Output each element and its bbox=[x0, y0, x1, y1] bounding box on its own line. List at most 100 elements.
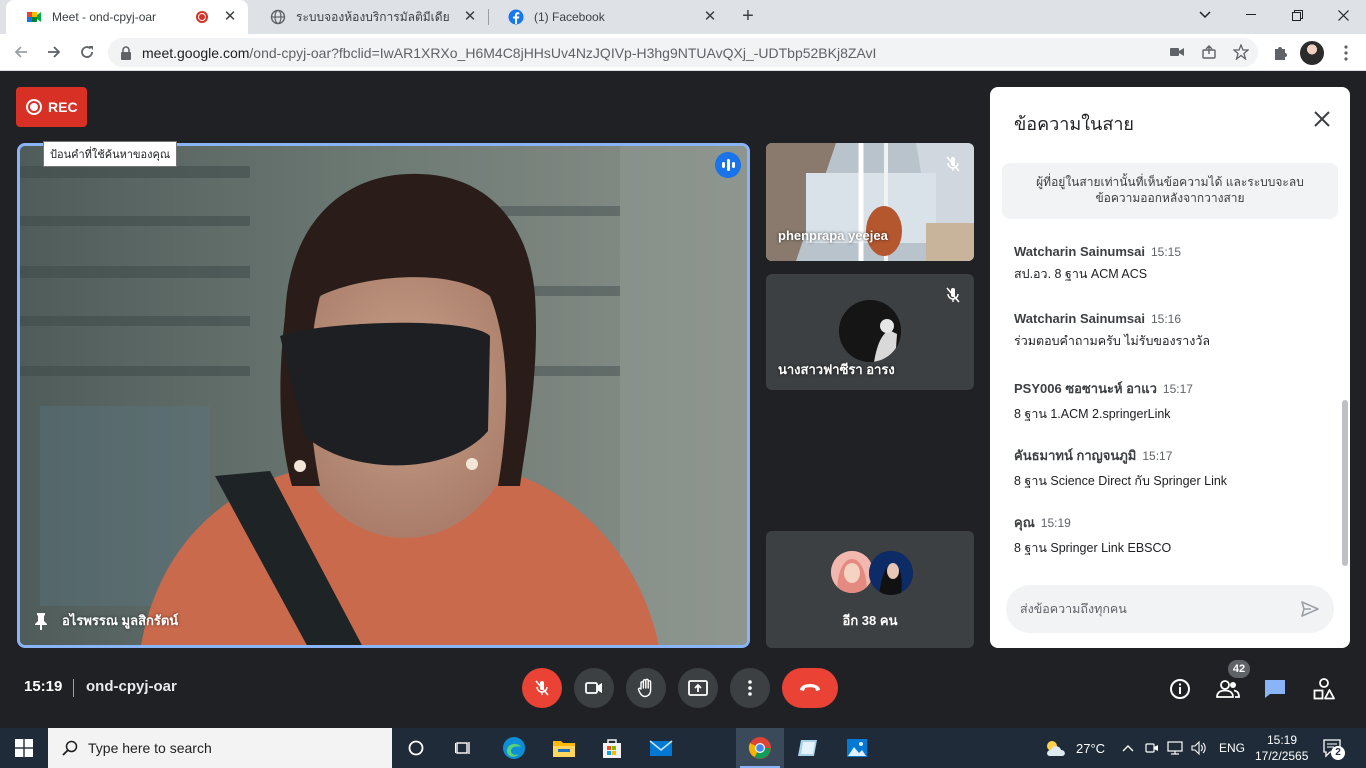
notes-icon bbox=[798, 740, 817, 756]
close-window-icon[interactable] bbox=[1320, 0, 1366, 30]
main-participant-name: อไรพรรณ มูลสิกรัตน์ bbox=[34, 610, 178, 631]
extensions-puzzle-icon[interactable] bbox=[1268, 41, 1292, 65]
tab-booking[interactable]: ระบบจองห้องบริการมัลติมีเดีย ✕ bbox=[250, 0, 488, 34]
people-button[interactable] bbox=[1215, 676, 1241, 702]
tab-meet[interactable]: Meet - ond-cpyj-oar ✕ bbox=[6, 0, 248, 34]
tab-title: ระบบจองห้องบริการมัลติมีเดีย bbox=[296, 9, 450, 24]
network-icon[interactable] bbox=[1167, 740, 1183, 756]
chat-message: PSY006 ซอซานะห์ อาแว 15:17 8 ฐาน 1.ACM 2.… bbox=[1014, 378, 1324, 424]
start-button[interactable] bbox=[0, 728, 48, 768]
message-time: 15:16 bbox=[1151, 312, 1182, 326]
taskbar-file-explorer[interactable] bbox=[540, 728, 588, 768]
url-host: meet.google.com bbox=[142, 44, 250, 61]
tray-chevron-up-icon[interactable] bbox=[1120, 740, 1136, 756]
new-tab-button[interactable]: + bbox=[736, 5, 760, 29]
meeting-details-button[interactable] bbox=[1167, 676, 1193, 702]
taskbar-mail[interactable] bbox=[637, 728, 685, 768]
meet-now-icon[interactable] bbox=[1144, 740, 1160, 756]
taskbar-notes-app[interactable] bbox=[784, 728, 832, 768]
mic-toggle-button[interactable] bbox=[522, 668, 562, 708]
camera-in-use-icon[interactable] bbox=[1168, 43, 1186, 61]
back-arrow-icon[interactable] bbox=[9, 40, 33, 64]
participant-tile[interactable]: นางสาวฟาซีรา อารง bbox=[766, 274, 974, 390]
participant-name-label: นางสาวฟาซีรา อารง bbox=[778, 362, 895, 377]
share-icon[interactable] bbox=[1200, 43, 1218, 61]
send-icon[interactable] bbox=[1300, 599, 1320, 619]
weather-temperature[interactable]: 27°C bbox=[1076, 741, 1105, 756]
message-text: 8 ฐาน Springer Link EBSCO bbox=[1014, 541, 1172, 555]
taskbar-chrome[interactable] bbox=[736, 728, 784, 768]
url-path: /ond-cpyj-oar?fbclid=IwAR1XRXo_H6M4C8jHH… bbox=[249, 44, 877, 61]
tab-facebook[interactable]: (1) Facebook ✕ bbox=[488, 0, 728, 34]
chat-message: คุณ 15:19 8 ฐาน Springer Link EBSCO bbox=[1014, 512, 1324, 558]
chat-message-input[interactable]: ส่งข้อความถึงทุกคน bbox=[1006, 585, 1334, 633]
close-tab-icon[interactable]: ✕ bbox=[222, 9, 238, 25]
windows-logo-icon bbox=[15, 739, 33, 757]
profile-avatar[interactable] bbox=[1300, 41, 1324, 65]
message-text: 8 ฐาน Science Direct กับ Springer Link bbox=[1014, 474, 1228, 488]
activities-button[interactable] bbox=[1311, 676, 1337, 702]
message-sender: คันธมาทน์ กาญจนภูมิ bbox=[1014, 448, 1137, 463]
task-view-button[interactable] bbox=[440, 728, 488, 768]
tab-title: Meet - ond-cpyj-oar bbox=[52, 10, 157, 24]
browser-tab-bar: Meet - ond-cpyj-oar ✕ ระบบจองห้องบริการม… bbox=[0, 0, 1366, 34]
taskbar-search-input[interactable]: Type here to search bbox=[48, 728, 392, 768]
reload-icon[interactable] bbox=[75, 40, 99, 64]
message-sender: Watcharin Sainumsai bbox=[1014, 244, 1145, 259]
people-icon bbox=[1216, 680, 1240, 698]
tab-search-icon[interactable] bbox=[1182, 0, 1228, 30]
mic-off-icon bbox=[946, 287, 960, 303]
tab-title: (1) Facebook bbox=[534, 10, 605, 24]
more-menu-icon[interactable] bbox=[1334, 41, 1358, 65]
bookmark-star-icon[interactable] bbox=[1232, 43, 1250, 61]
activities-shapes-icon bbox=[1313, 678, 1335, 700]
message-text: ร่วมตอบคำถามครับ ไม่รับของรางวัล bbox=[1014, 334, 1211, 348]
cortana-button[interactable] bbox=[392, 728, 440, 768]
rec-label: REC bbox=[48, 99, 78, 115]
others-tile[interactable]: อีก 38 คน bbox=[766, 531, 974, 648]
input-language[interactable]: ENG bbox=[1219, 741, 1245, 755]
participant-name-label: phenprapa yeejea bbox=[778, 228, 888, 243]
chat-title: ข้อความในสาย bbox=[1014, 114, 1134, 134]
address-bar[interactable]: meet.google.com/ond-cpyj-oar?fbclid=IwAR… bbox=[108, 38, 1258, 67]
taskbar-store[interactable] bbox=[588, 728, 636, 768]
message-sender: คุณ bbox=[1014, 515, 1035, 530]
chat-button[interactable] bbox=[1262, 676, 1288, 702]
camera-toggle-button[interactable] bbox=[574, 668, 614, 708]
pin-icon[interactable] bbox=[34, 612, 48, 630]
facebook-icon bbox=[508, 9, 524, 25]
restore-icon[interactable] bbox=[1274, 0, 1320, 30]
minimize-icon[interactable] bbox=[1228, 0, 1274, 30]
participant-tile[interactable]: phenprapa yeejea bbox=[766, 143, 974, 261]
speaking-indicator-icon bbox=[715, 152, 741, 178]
present-icon bbox=[688, 680, 708, 696]
taskbar-clock-time[interactable]: 15:19 bbox=[1267, 733, 1297, 747]
taskbar-photos[interactable] bbox=[833, 728, 881, 768]
browser-toolbar: meet.google.com/ond-cpyj-oar?fbclid=IwAR… bbox=[0, 34, 1366, 71]
weather-cloud-icon[interactable] bbox=[1044, 739, 1068, 757]
notification-center-button[interactable]: 2 bbox=[1322, 738, 1346, 760]
volume-icon[interactable] bbox=[1191, 740, 1207, 756]
meet-area: REC ป้อนคำที่ใช้ค้นหาของคุณ อไรพรรณ มูลส… bbox=[0, 71, 1366, 728]
forward-arrow-icon[interactable] bbox=[42, 40, 66, 64]
close-tab-icon[interactable]: ✕ bbox=[702, 9, 718, 25]
main-video-tile[interactable]: อไรพรรณ มูลสิกรัตน์ bbox=[17, 143, 750, 648]
taskbar-clock-date[interactable]: 17/2/2565 bbox=[1255, 749, 1308, 763]
hand-icon bbox=[637, 678, 652, 698]
participant-video-feed bbox=[766, 143, 974, 261]
close-tab-icon[interactable]: ✕ bbox=[462, 9, 478, 25]
taskbar-edge[interactable] bbox=[490, 728, 538, 768]
message-time: 15:19 bbox=[1040, 516, 1071, 530]
close-icon[interactable] bbox=[1312, 109, 1332, 129]
more-options-button[interactable] bbox=[730, 668, 770, 708]
cortana-circle-icon bbox=[408, 740, 424, 756]
present-screen-button[interactable] bbox=[678, 668, 718, 708]
mail-icon bbox=[649, 740, 673, 756]
chat-notice: ผู้ที่อยู่ในสายเท่านั้นที่เห็นข้อความได้… bbox=[1002, 163, 1338, 219]
recording-indicator-icon bbox=[196, 11, 208, 23]
raise-hand-button[interactable] bbox=[626, 668, 666, 708]
leave-call-button[interactable] bbox=[782, 668, 838, 708]
chat-message: Watcharin Sainumsai 15:16 ร่วมตอบคำถามครั… bbox=[1014, 311, 1324, 351]
chat-scrollbar[interactable] bbox=[1342, 400, 1348, 566]
recording-badge[interactable]: REC bbox=[16, 87, 87, 127]
